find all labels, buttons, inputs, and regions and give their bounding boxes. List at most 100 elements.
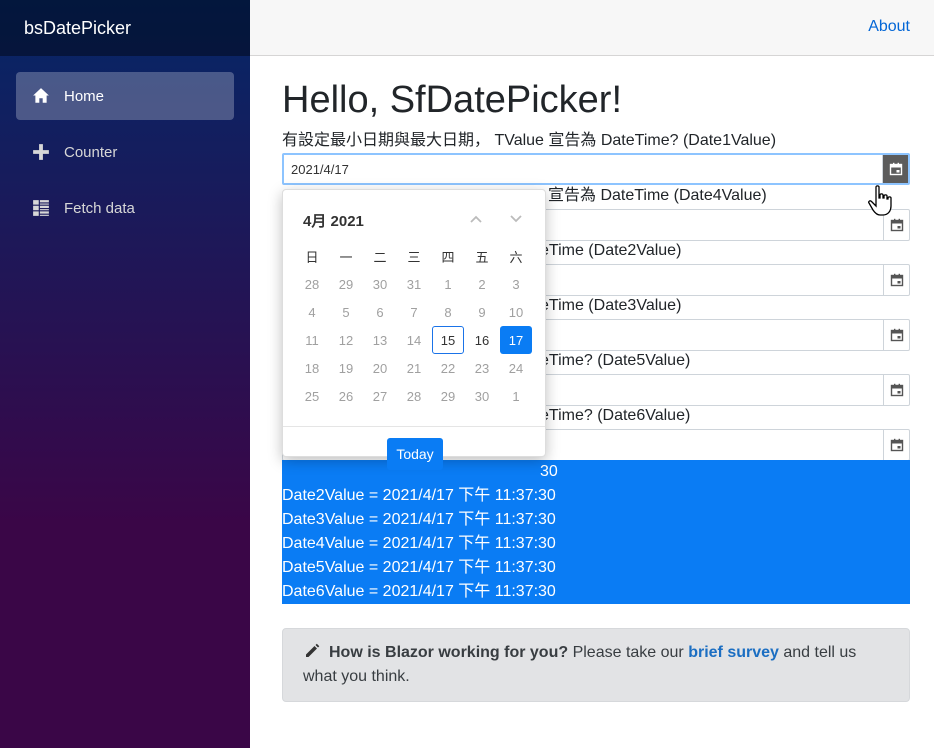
nav-menu: Home Counter Fetch data (0, 56, 250, 232)
field-label-date5: eTime? (Date5Value) (540, 352, 691, 369)
calendar-day[interactable]: 11 (295, 326, 329, 354)
calendar-day[interactable]: 29 (329, 270, 363, 298)
weekday-label: 三 (407, 249, 421, 265)
chevron-down-icon[interactable] (505, 208, 527, 230)
today-day-marker: 15 (432, 326, 464, 354)
field-label-date1: 有設定最小日期與最大日期， TValue 宣告為 DateTime? (Date… (282, 132, 777, 149)
weekday-label: 六 (509, 249, 523, 265)
survey-link[interactable]: brief survey (688, 644, 779, 661)
calendar-day[interactable]: 21 (397, 354, 431, 382)
calendar-week-row: 25 26 27 28 29 30 1 (295, 382, 533, 410)
calendar-day[interactable]: 20 (363, 354, 397, 382)
result-line: 30 (540, 463, 558, 480)
calendar-day[interactable]: 5 (329, 298, 363, 326)
calendar-week-row: 11 12 13 14 15 16 17 (295, 326, 533, 354)
calendar-day[interactable]: 27 (363, 382, 397, 410)
pencil-icon (306, 643, 320, 657)
field-label-date6: eTime? (Date6Value) (540, 407, 691, 424)
field-label-date4: 宣告為 DateTime (Date4Value) (548, 187, 767, 204)
calendar-day[interactable]: 15 (431, 326, 465, 354)
weekday-label: 一 (339, 249, 353, 265)
field-label-date2: eTime (Date2Value) (540, 242, 682, 259)
home-icon (32, 87, 50, 105)
calendar-popup: 4月 2021 日一二三四五六 28 29 30 31 1 2 3 4 5 6 7 8 9 10 11 12 13… (282, 189, 546, 470)
calendar-icon[interactable] (883, 320, 909, 350)
results-panel: 30 Date2Value = 2021/4/17 下午 11:37:30 Da… (282, 460, 910, 604)
calendar-day[interactable]: 22 (431, 354, 465, 382)
calendar-day[interactable]: 14 (397, 326, 431, 354)
date1-value: 2021/4/17 (291, 162, 349, 177)
sidebar: bsDatePicker Home Counter Fetch data (0, 0, 250, 748)
survey-prompt: How is Blazor working for you? Please ta… (282, 628, 910, 702)
calendar-day[interactable]: 17 (499, 326, 533, 354)
nav-item-label: Counter (64, 143, 118, 161)
calendar-icon[interactable] (883, 265, 909, 295)
calendar-day[interactable]: 30 (465, 382, 499, 410)
date1-input[interactable]: 2021/4/17 (282, 153, 910, 185)
top-row: About (250, 0, 934, 56)
calendar-day[interactable]: 19 (329, 354, 363, 382)
calendar-week-row: 18 19 20 21 22 23 24 (295, 354, 533, 382)
calendar-week-row: 4 5 6 7 8 9 10 (295, 298, 533, 326)
result-line: Date2Value = 2021/4/17 下午 11:37:30 (282, 487, 556, 504)
result-line: Date4Value = 2021/4/17 下午 11:37:30 (282, 535, 556, 552)
calendar-day[interactable]: 9 (465, 298, 499, 326)
today-button[interactable]: Today (387, 438, 443, 470)
calendar-day[interactable]: 24 (499, 354, 533, 382)
about-link[interactable]: About (868, 18, 910, 36)
calendar-day[interactable]: 10 (499, 298, 533, 326)
calendar-day[interactable]: 28 (397, 382, 431, 410)
result-line: Date3Value = 2021/4/17 下午 11:37:30 (282, 511, 556, 528)
calendar-day[interactable]: 29 (431, 382, 465, 410)
calendar-day[interactable]: 6 (363, 298, 397, 326)
calendar-day[interactable]: 30 (363, 270, 397, 298)
calendar-day[interactable]: 25 (295, 382, 329, 410)
result-line: Date6Value = 2021/4/17 下午 11:37:30 (282, 583, 556, 600)
field-label-date3: eTime (Date3Value) (540, 297, 682, 314)
calendar-week-row: 28 29 30 31 1 2 3 (295, 270, 533, 298)
chevron-up-icon[interactable] (465, 208, 487, 230)
nav-item-label: Home (64, 87, 105, 105)
calendar-day[interactable]: 1 (431, 270, 465, 298)
nav-item-fetch-data[interactable]: Fetch data (16, 184, 234, 232)
weekday-label: 四 (441, 249, 455, 265)
calendar-grid: 日一二三四五六 28 29 30 31 1 2 3 4 5 6 7 8 9 10 11 12 13 14 15 16 17… (295, 242, 533, 410)
calendar-day[interactable]: 16 (465, 326, 499, 354)
calendar-day[interactable]: 26 (329, 382, 363, 410)
weekday-label: 二 (373, 249, 387, 265)
plus-icon (32, 143, 50, 161)
nav-item-counter[interactable]: Counter (16, 128, 234, 176)
calendar-day[interactable]: 2 (465, 270, 499, 298)
calendar-icon[interactable] (882, 155, 908, 183)
survey-text: Please take our (568, 644, 689, 661)
main-content: Hello, SfDatePicker! 有設定最小日期與最大日期， TValu… (282, 56, 910, 702)
calendar-month-title[interactable]: 4月 2021 (303, 210, 364, 231)
survey-lead: How is Blazor working for you? (329, 644, 569, 661)
hand-cursor-icon (868, 185, 892, 216)
calendar-day[interactable]: 4 (295, 298, 329, 326)
brand-bar: bsDatePicker (0, 0, 250, 56)
weekday-header-row: 日一二三四五六 (295, 242, 533, 270)
nav-item-home[interactable]: Home (16, 72, 234, 120)
calendar-day[interactable]: 23 (465, 354, 499, 382)
list-icon (32, 199, 50, 217)
nav-item-label: Fetch data (64, 199, 135, 217)
calendar-day[interactable]: 1 (499, 382, 533, 410)
calendar-day[interactable]: 3 (499, 270, 533, 298)
page-title: Hello, SfDatePicker! (282, 79, 623, 121)
calendar-day[interactable]: 28 (295, 270, 329, 298)
result-line: Date5Value = 2021/4/17 下午 11:37:30 (282, 559, 556, 576)
calendar-icon[interactable] (883, 375, 909, 405)
weekday-label: 日 (305, 249, 319, 265)
weekday-label: 五 (475, 249, 489, 265)
calendar-nav (465, 208, 527, 230)
calendar-day[interactable]: 7 (397, 298, 431, 326)
selected-day-marker: 17 (500, 326, 532, 354)
calendar-day[interactable]: 8 (431, 298, 465, 326)
calendar-day[interactable]: 13 (363, 326, 397, 354)
calendar-day[interactable]: 31 (397, 270, 431, 298)
calendar-day[interactable]: 12 (329, 326, 363, 354)
calendar-day[interactable]: 18 (295, 354, 329, 382)
calendar-icon[interactable] (883, 430, 909, 460)
brand-link[interactable]: bsDatePicker (24, 18, 131, 39)
